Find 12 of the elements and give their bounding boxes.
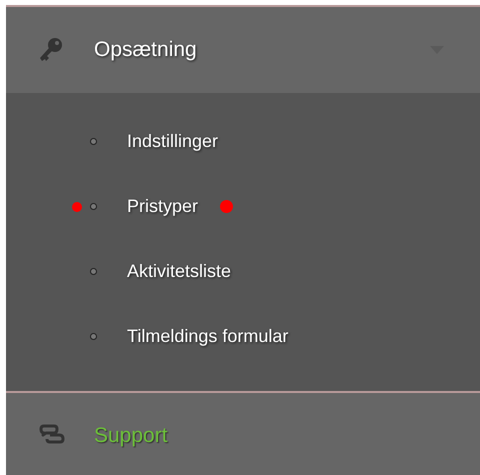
bullet-icon — [90, 333, 97, 340]
menu-label: Support — [94, 423, 169, 450]
menu-label: Opsætning — [94, 37, 198, 64]
menu-header[interactable]: Opsætning — [6, 7, 480, 93]
submenu-link[interactable]: Aktivitetsliste — [127, 258, 232, 285]
key-icon — [38, 37, 64, 63]
bullet-icon — [90, 138, 97, 145]
submenu-link[interactable]: Pristyper — [127, 193, 198, 220]
submenu-link[interactable]: Indstillinger — [127, 128, 218, 155]
bullet-icon — [90, 203, 97, 210]
submenu-link[interactable]: Tilmeldings formular — [127, 323, 288, 350]
bullet-icon — [90, 268, 97, 275]
